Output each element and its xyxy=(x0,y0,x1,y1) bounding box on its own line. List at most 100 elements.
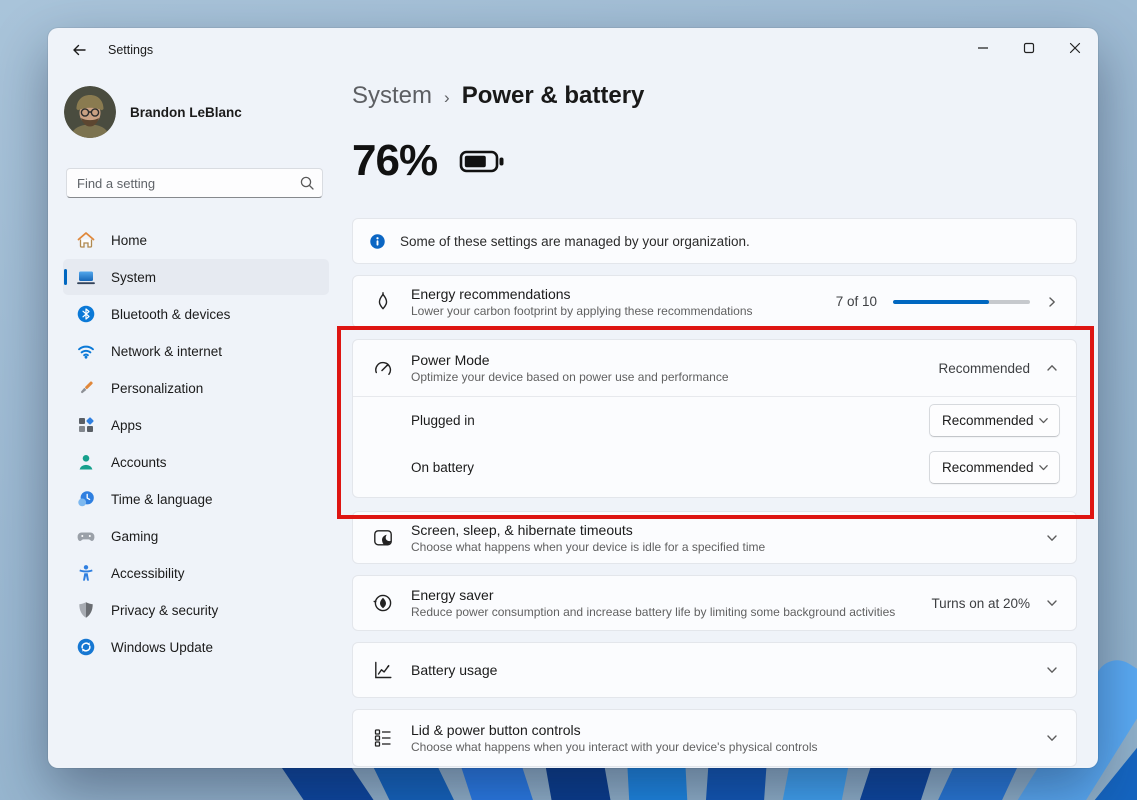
sidebar-item-label: Windows Update xyxy=(111,639,214,655)
home-icon xyxy=(77,232,95,248)
system-icon xyxy=(77,271,95,285)
on-battery-dropdown[interactable]: Recommended xyxy=(929,451,1060,484)
chevron-down-icon[interactable] xyxy=(1046,532,1058,544)
chevron-down-icon xyxy=(1039,418,1048,424)
leaf-icon xyxy=(378,291,388,309)
window-title: Settings xyxy=(108,43,154,57)
time-language-icon xyxy=(78,491,94,507)
card-subtitle: Choose what happens when you interact wi… xyxy=(411,740,818,754)
energy-progress-bar xyxy=(893,299,1030,304)
energy-saver-icon xyxy=(373,594,392,612)
network-icon xyxy=(78,345,94,359)
chevron-right-icon xyxy=(1049,296,1055,307)
avatar xyxy=(64,86,116,138)
chevron-up-icon[interactable] xyxy=(1046,362,1058,374)
windows-update-icon xyxy=(77,638,95,656)
sidebar-item-system[interactable]: System xyxy=(63,259,329,295)
chevron-down-icon xyxy=(1039,465,1048,471)
apps-icon xyxy=(79,417,94,432)
card-title: Energy recommendations xyxy=(411,285,571,302)
back-arrow-icon xyxy=(73,44,86,56)
main-content: System › Power & battery 76% Some of the… xyxy=(352,28,1077,768)
sidebar-item-label: Gaming xyxy=(111,528,159,544)
sidebar-item-label: Accounts xyxy=(111,454,167,470)
sidebar-nav: Home System Bluetooth & devices Network … xyxy=(63,222,329,665)
screen-moon-icon xyxy=(374,529,392,546)
energy-progress-label: 7 of 10 xyxy=(835,294,877,309)
breadcrumb: System › Power & battery xyxy=(352,82,1077,110)
card-subtitle: Lower your carbon footprint by applying … xyxy=(411,303,753,318)
info-icon xyxy=(370,233,385,249)
bluetooth-icon xyxy=(77,305,95,323)
card-title: Battery usage xyxy=(411,662,498,678)
sidebar-item-apps[interactable]: Apps xyxy=(63,407,329,443)
card-subtitle: Choose what happens when your device is … xyxy=(411,539,766,554)
sidebar-item-label: Network & internet xyxy=(111,343,223,359)
battery-percent: 76% xyxy=(352,136,438,185)
energy-recommendations-card[interactable]: Energy recommendations Lower your carbon… xyxy=(352,275,1077,328)
sidebar-item-accessibility[interactable]: Accessibility xyxy=(63,555,329,591)
gaming-icon xyxy=(77,532,95,541)
personalization-icon xyxy=(81,381,93,394)
sidebar-item-label: Bluetooth & devices xyxy=(111,306,231,322)
physical-controls-list-icon xyxy=(374,729,391,747)
sidebar: Brandon LeBlanc Home xyxy=(48,72,348,768)
on-battery-row: On battery Recommended xyxy=(353,444,1076,491)
power-mode-header[interactable]: Power Mode Optimize your device based on… xyxy=(353,340,1076,396)
sidebar-item-label: Accessibility xyxy=(111,565,185,581)
back-button[interactable] xyxy=(62,35,96,65)
sidebar-item-privacy[interactable]: Privacy & security xyxy=(63,592,329,628)
battery-usage-chart-icon xyxy=(375,661,392,679)
settings-window: Settings Brandon LeBlanc Find a setting … xyxy=(48,28,1098,768)
sidebar-item-personalization[interactable]: Personalization xyxy=(63,370,329,406)
sidebar-item-gaming[interactable]: Gaming xyxy=(63,518,329,554)
banner-text: Some of these settings are managed by yo… xyxy=(400,233,750,249)
plugged-in-label: Plugged in xyxy=(411,413,475,428)
energy-saver-value: Turns on at 20% xyxy=(931,595,1030,611)
battery-icon xyxy=(459,150,504,172)
sidebar-item-label: Privacy & security xyxy=(111,602,219,618)
managed-banner: Some of these settings are managed by yo… xyxy=(352,218,1077,264)
sidebar-item-network[interactable]: Network & internet xyxy=(63,333,329,369)
breadcrumb-separator: › xyxy=(444,88,450,107)
card-subtitle: Reduce power consumption and increase ba… xyxy=(411,605,896,619)
energy-progress-fill xyxy=(893,299,989,304)
sidebar-item-bluetooth[interactable]: Bluetooth & devices xyxy=(63,296,329,332)
search-icon xyxy=(300,176,314,190)
sidebar-item-label: Time & language xyxy=(111,491,213,507)
user-profile[interactable]: Brandon LeBlanc xyxy=(64,86,348,138)
plugged-in-dropdown[interactable]: Recommended xyxy=(929,404,1060,437)
card-title: Screen, sleep, & hibernate timeouts xyxy=(411,521,633,538)
sidebar-item-label: Personalization xyxy=(111,380,204,396)
lid-power-card[interactable]: Lid & power button controls Choose what … xyxy=(352,709,1077,767)
sidebar-item-windows-update[interactable]: Windows Update xyxy=(63,629,329,665)
search-input[interactable] xyxy=(66,168,323,198)
card-subtitle: Optimize your device based on power use … xyxy=(411,370,729,384)
battery-status: 76% xyxy=(352,132,1077,190)
accessibility-icon xyxy=(79,565,93,581)
chevron-down-icon[interactable] xyxy=(1046,732,1058,744)
sidebar-item-label: Home xyxy=(111,232,148,248)
sidebar-item-label: System xyxy=(111,269,157,285)
card-title: Power Mode xyxy=(411,352,490,368)
battery-usage-card[interactable]: Battery usage xyxy=(352,642,1077,698)
on-battery-label: On battery xyxy=(411,460,475,475)
breadcrumb-parent[interactable]: System xyxy=(352,82,432,110)
sidebar-item-label: Apps xyxy=(111,417,142,433)
screen-sleep-card[interactable]: Screen, sleep, & hibernate timeouts Choo… xyxy=(352,511,1077,564)
sidebar-item-time-language[interactable]: Time & language xyxy=(63,481,329,517)
accounts-icon xyxy=(79,455,93,470)
chevron-down-icon[interactable] xyxy=(1046,597,1058,609)
card-title: Lid & power button controls xyxy=(411,722,581,738)
energy-saver-card[interactable]: Energy saver Reduce power consumption an… xyxy=(352,575,1077,631)
card-title: Energy saver xyxy=(411,587,494,603)
sidebar-item-accounts[interactable]: Accounts xyxy=(63,444,329,480)
plugged-in-row: Plugged in Recommended xyxy=(353,397,1076,444)
sidebar-item-home[interactable]: Home xyxy=(63,222,329,258)
user-name: Brandon LeBlanc xyxy=(130,104,242,120)
chevron-down-icon[interactable] xyxy=(1046,664,1058,676)
privacy-shield-icon xyxy=(79,602,93,618)
power-mode-card: Power Mode Optimize your device based on… xyxy=(352,339,1077,498)
dropdown-value: Recommended xyxy=(942,460,1034,475)
